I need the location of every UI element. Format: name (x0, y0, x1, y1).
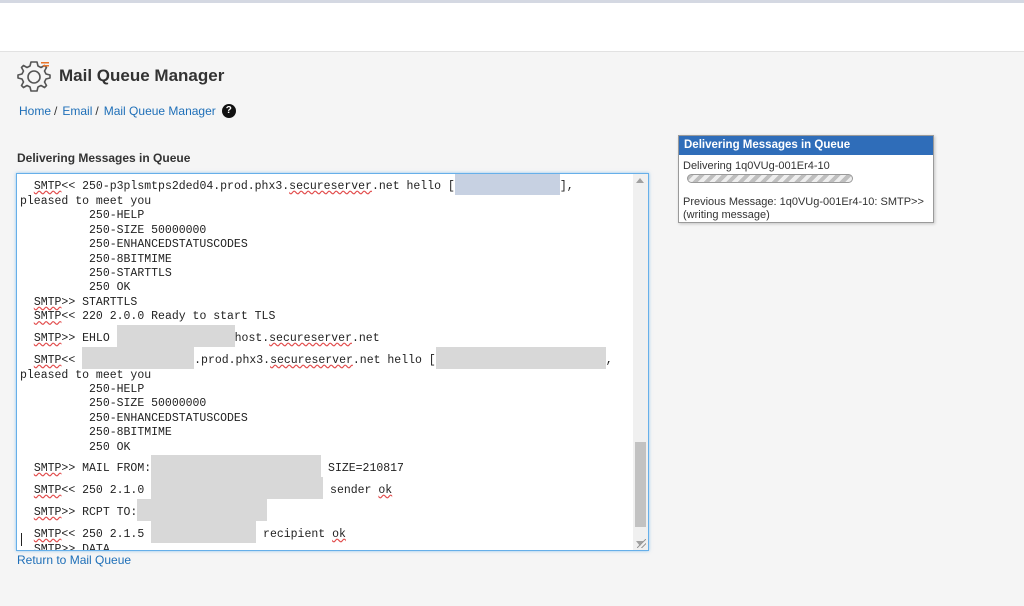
log-line: 250-ENHANCEDSTATUSCODES (20, 411, 248, 425)
redacted-block (454, 174, 560, 195)
log-line: SMTP>> RCPT TO: (20, 499, 632, 522)
spellcheck-word: SMTP (33, 331, 62, 345)
log-line: SMTP<< 250-p3plsmtps2ded04.prod.phx3.sec… (20, 174, 632, 195)
spellcheck-word: SMTP (33, 310, 62, 324)
page-title: Mail Queue Manager (59, 66, 225, 85)
log-line: SMTP>> MAIL FROM: SIZE=210817 (20, 455, 632, 478)
redacted-block (82, 346, 195, 369)
delivery-progress-fill (688, 175, 852, 182)
previous-message-label: Previous Message: 1q0VUg-001Er4-10: SMTP… (683, 196, 924, 221)
spellcheck-word: SMTP (33, 353, 62, 367)
spellcheck-word: secureserver (289, 180, 372, 193)
log-line: SMTP>> DATA (20, 543, 632, 551)
log-line: 250-SIZE 50000000 (20, 397, 207, 411)
breadcrumb-separator: / (54, 104, 58, 118)
log-line: SMTP<< 250 2.1.0 sender ok (20, 477, 632, 500)
top-header-bar (0, 3, 1024, 52)
spellcheck-word: secureserver (269, 331, 352, 345)
spellcheck-word: SMTP (33, 484, 62, 498)
redacted-block (435, 346, 606, 369)
log-line: SMTP<< 220 2.0.0 Ready to start TLS (33, 310, 276, 324)
redacted-block (116, 324, 235, 347)
log-line: 250-8BITMIME (20, 252, 172, 266)
breadcrumb-mail-queue-manager[interactable]: Mail Queue Manager (104, 104, 216, 118)
scroll-up-arrow-icon[interactable] (636, 178, 644, 183)
gear-mail-icon (17, 59, 51, 93)
log-line: SMTP<< .prod.phx3.secureserver.net hello… (20, 346, 632, 369)
question-circle-icon[interactable]: ? (221, 104, 236, 118)
resize-grip-icon[interactable] (637, 539, 646, 548)
spellcheck-word: SMTP (33, 543, 62, 551)
spellcheck-word: ok (378, 484, 393, 498)
spellcheck-word: ok (332, 528, 346, 542)
log-line: SMTP<< 250 2.1.5 recipient ok (20, 521, 632, 544)
log-line: 250-SIZE 50000000 (20, 223, 207, 237)
breadcrumb-email[interactable]: Email (62, 104, 92, 118)
redacted-block (137, 499, 268, 522)
log-line: 250-HELP (20, 209, 145, 223)
delivery-log-textarea[interactable]: SMTP<< 250-p3plsmtps2ded04.prod.phx3.sec… (16, 173, 649, 551)
spellcheck-word: secureserver (270, 353, 353, 367)
log-line: 250-8BITMIME (20, 426, 172, 440)
log-line: SMTP>> EHLO host.secureserver.net (20, 324, 632, 347)
spellcheck-word: SMTP (33, 528, 62, 542)
redacted-block (151, 477, 324, 500)
log-line: 250-ENHANCEDSTATUSCODES (20, 238, 248, 252)
breadcrumb-separator: / (95, 104, 99, 118)
log-scrollbar[interactable] (633, 174, 648, 550)
spellcheck-word: SMTP (33, 180, 62, 193)
return-to-mail-queue-link[interactable]: Return to Mail Queue (17, 553, 131, 567)
log-line: pleased to meet you (20, 368, 152, 382)
breadcrumb-home[interactable]: Home (19, 104, 51, 118)
status-panel-title: Delivering Messages in Queue (679, 136, 933, 155)
log-line: SMTP>> STARTTLS (33, 295, 138, 309)
log-line: 250-HELP (20, 383, 145, 397)
log-line: 250-STARTTLS (20, 267, 172, 281)
text-caret (21, 533, 22, 546)
spellcheck-word: SMTP (33, 295, 62, 309)
log-line: 250 OK (20, 440, 131, 454)
delivery-status-panel: Delivering Messages in Queue Delivering … (678, 135, 934, 223)
section-heading: Delivering Messages in Queue (17, 151, 191, 165)
redacted-block (151, 521, 257, 544)
scroll-thumb[interactable] (635, 442, 646, 527)
redacted-block (151, 455, 322, 478)
delivery-progress-bar (687, 174, 853, 183)
spellcheck-word: SMTP (33, 506, 62, 520)
spellcheck-word: SMTP (33, 462, 62, 476)
delivering-message-label: Delivering 1q0VUg-001Er4-10 (683, 160, 830, 172)
page-header: Mail Queue Manager (17, 58, 224, 94)
log-line: pleased to meet you (20, 195, 152, 208)
log-line: 250 OK (20, 281, 131, 295)
breadcrumb: Home / Email / Mail Queue Manager ? (19, 104, 236, 118)
delivery-log-content: SMTP<< 250-p3plsmtps2ded04.prod.phx3.sec… (20, 174, 632, 551)
